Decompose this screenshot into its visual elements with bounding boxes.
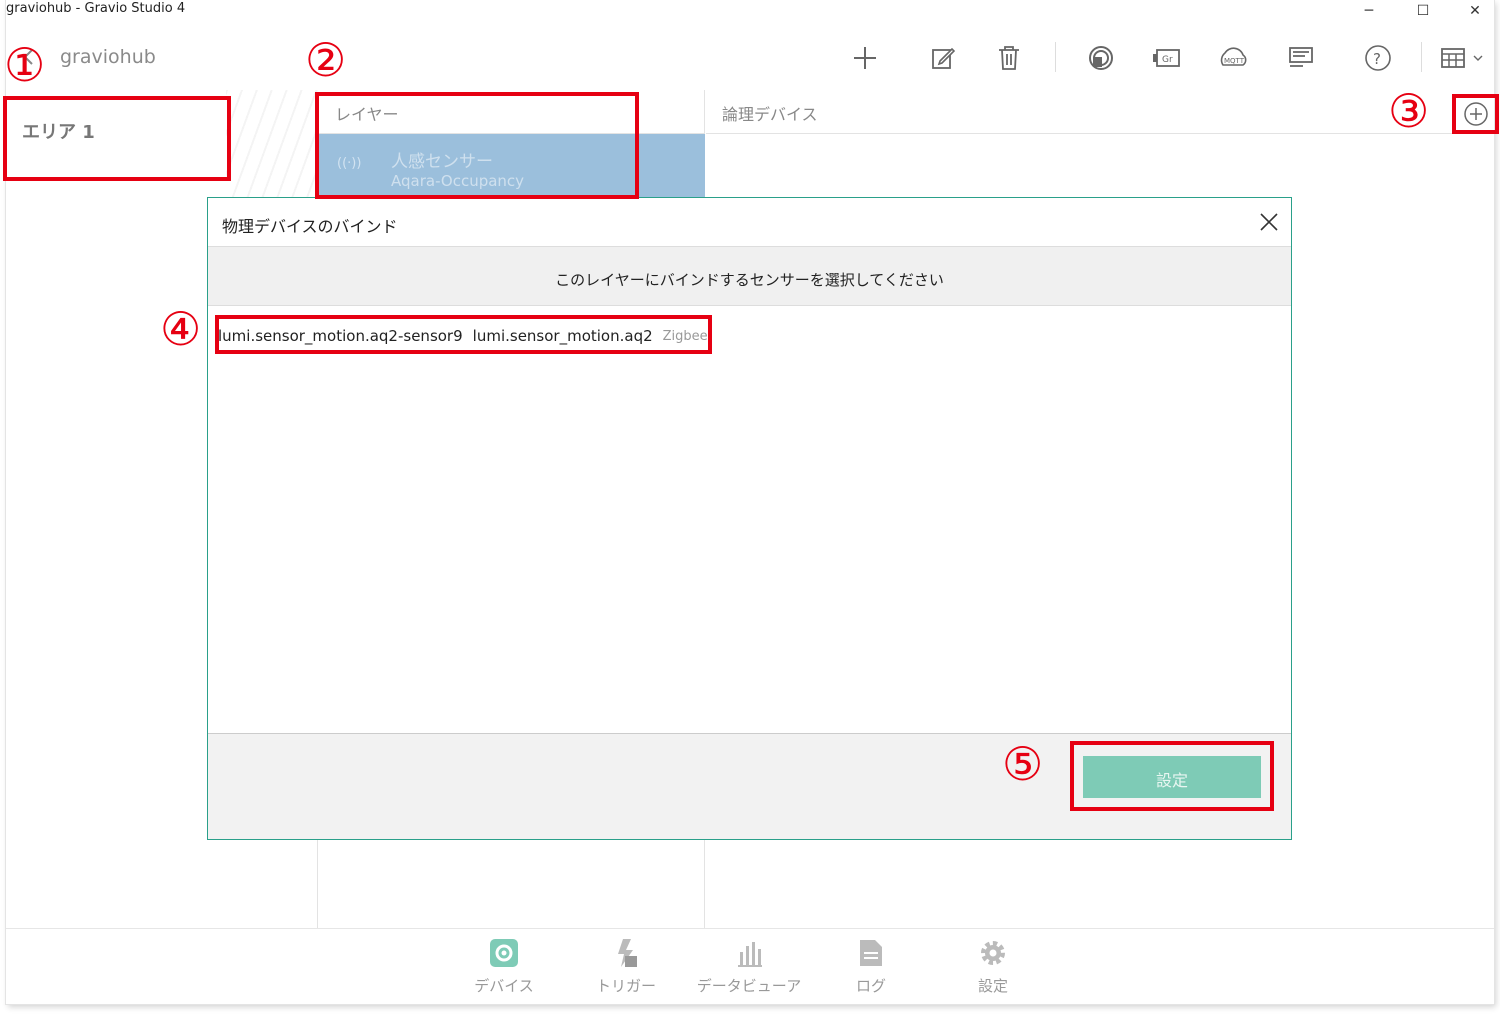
maximize-button[interactable]: ☐ (1400, 0, 1446, 22)
bottom-nav: デバイス トリガー データビューア ログ 設定 (6, 928, 1494, 1004)
close-icon[interactable] (1257, 210, 1281, 234)
highlight-box-area (3, 96, 231, 181)
dialog-title: 物理デバイスのバインド (222, 217, 398, 236)
svg-text:?: ? (1373, 50, 1381, 68)
edit-icon[interactable] (927, 42, 959, 74)
minimize-button[interactable]: ─ (1346, 0, 1392, 22)
document-icon (855, 937, 887, 969)
toolbar: graviohub Gr MQTT ? (6, 30, 1494, 88)
annotation-badge-2: ② (305, 33, 347, 87)
window-title: graviohub - Gravio Studio 4 (6, 1, 186, 16)
nav-item-devices[interactable]: デバイス (449, 937, 559, 996)
help-icon[interactable]: ? (1362, 42, 1394, 74)
bar-chart-icon (733, 937, 765, 969)
mqtt-icon-label: MQTT (1224, 57, 1245, 65)
nav-item-data-viewer[interactable]: データビューア (694, 937, 804, 996)
annotation-badge-4: ④ (160, 302, 202, 356)
annotation-badge-5: ⑤ (1002, 737, 1044, 791)
mqtt-icon[interactable]: MQTT (1217, 42, 1249, 74)
toolbar-separator (1055, 42, 1056, 72)
hub-name: graviohub (60, 46, 156, 68)
nav-label: デバイス (474, 977, 534, 995)
close-window-button[interactable]: ✕ (1452, 0, 1498, 22)
annotation-badge-1: ① (4, 38, 46, 92)
list-icon[interactable] (1285, 42, 1317, 74)
nav-label: 設定 (977, 977, 1008, 995)
nav-item-settings[interactable]: 設定 (938, 937, 1048, 996)
camera-icon[interactable]: Gr (1151, 42, 1183, 74)
toolbar-separator (1421, 42, 1422, 72)
sensor-icon[interactable] (1085, 42, 1117, 74)
nav-label: トリガー (595, 977, 656, 995)
title-bar: graviohub - Gravio Studio 4 ─ ☐ ✕ (6, 0, 1494, 22)
trigger-icon (610, 937, 642, 969)
add-icon[interactable] (849, 42, 881, 74)
nav-item-log[interactable]: ログ (816, 937, 926, 996)
highlight-box-set (1070, 741, 1274, 811)
dialog-instruction: このレイヤーにバインドするセンサーを選択してください (208, 246, 1291, 306)
highlight-box-add (1452, 94, 1499, 134)
settings-icon (977, 937, 1009, 969)
logical-device-header: 論理デバイス (706, 90, 1494, 134)
camera-icon-label: Gr (1162, 55, 1173, 65)
nav-label: ログ (855, 977, 886, 995)
nav-label: データビューア (696, 977, 802, 995)
highlight-box-device (215, 315, 712, 354)
nav-item-triggers[interactable]: トリガー (571, 937, 681, 996)
annotation-badge-3: ③ (1388, 84, 1430, 138)
delete-icon[interactable] (993, 42, 1025, 74)
highlight-box-layer (315, 92, 639, 199)
layout-icon[interactable] (1438, 42, 1488, 74)
gear-icon (488, 937, 520, 969)
